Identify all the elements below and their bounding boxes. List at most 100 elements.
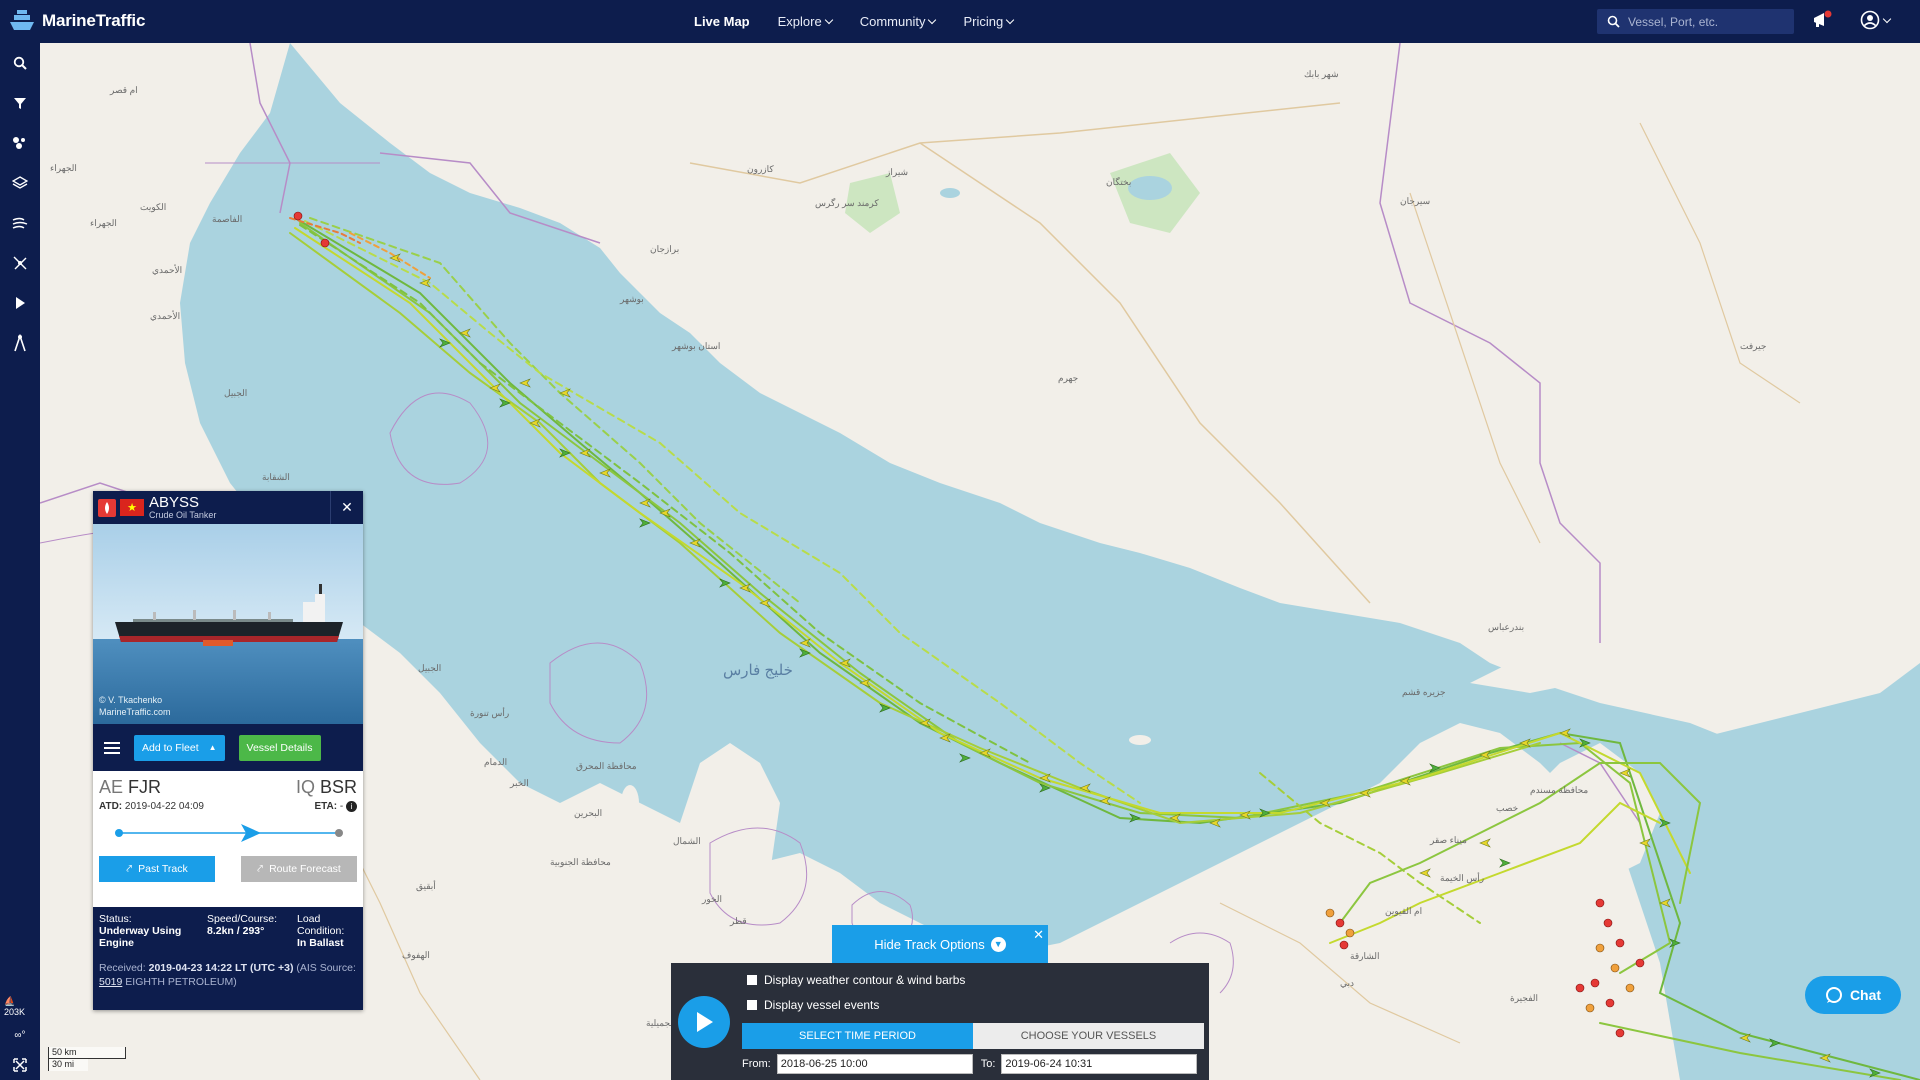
vessel-type: Crude Oil Tanker <box>149 510 217 520</box>
place-label: محافظة مسندم <box>1530 785 1589 795</box>
place-label: رأس الخيمة <box>1440 873 1485 883</box>
place-label: قطر <box>730 916 747 926</box>
search-box[interactable] <box>1597 9 1794 34</box>
filter-icon <box>14 98 26 109</box>
play-track-button[interactable] <box>678 996 730 1048</box>
tool-fullscreen[interactable] <box>0 1050 40 1080</box>
close-icon: ✕ <box>341 499 353 515</box>
place-label: الجبيل <box>224 388 248 398</box>
departure-time: ATD: 2019-04-22 04:09 <box>99 801 204 812</box>
tool-search[interactable] <box>0 43 40 83</box>
place-label: الخبر <box>510 778 529 788</box>
place-label: جزيره قشم <box>1402 687 1446 697</box>
sea-label-persian-gulf: خليج فارس <box>723 662 793 679</box>
departure-port[interactable]: AE FJR <box>99 777 161 798</box>
hamburger-menu-icon[interactable] <box>104 741 120 755</box>
nav-live-map[interactable]: Live Map <box>694 14 750 29</box>
source-link[interactable]: 5019 <box>99 976 122 988</box>
vessel-type-tanker-icon <box>98 498 116 517</box>
arrival-dot <box>335 829 343 837</box>
search-icon <box>13 56 27 70</box>
place-label: شیراز <box>886 167 909 177</box>
place-label: الخور <box>702 894 723 904</box>
voyage-info: AE FJR IQ BSR ATD: 2019-04-22 04:09 ETA:… <box>93 771 363 902</box>
close-track-options-icon[interactable]: ✕ <box>1033 927 1044 943</box>
announcements-megaphone-icon[interactable] <box>1812 10 1834 30</box>
from-date-input[interactable] <box>776 1054 973 1074</box>
marinetraffic-logo[interactable]: MarineTraffic <box>8 8 145 34</box>
to-date-input[interactable] <box>1001 1054 1198 1074</box>
place-label: الجهراء <box>50 163 77 173</box>
map-scale: 50 km 30 mi <box>48 1047 128 1075</box>
main-nav: Live Map Explore Community Pricing <box>694 0 1015 43</box>
weather-checkbox[interactable] <box>747 975 757 985</box>
measure-icon <box>13 256 27 270</box>
caret-up-icon: ▲ <box>208 743 217 752</box>
tool-weather[interactable] <box>0 203 40 243</box>
weather-checkbox-row[interactable]: Display weather contour & wind barbs <box>747 973 965 987</box>
vessel-status-panel: Status: Underway Using Engine Speed/Cours… <box>93 907 363 1010</box>
from-label: From: <box>742 1058 771 1070</box>
logo-ship-icon <box>10 10 34 30</box>
close-vessel-card-button[interactable]: ✕ <box>330 491 363 524</box>
tab-select-time-period[interactable]: SELECT TIME PERIOD <box>742 1023 973 1049</box>
tool-playback[interactable] <box>0 283 40 323</box>
route-forecast-button[interactable]: ⤤ Route Forecast <box>241 856 357 882</box>
ship-icon: ⛵ <box>4 996 16 1006</box>
place-label: خصب <box>1496 803 1519 813</box>
place-label: الجهراء <box>90 218 117 228</box>
chevron-down-icon <box>1882 14 1892 23</box>
tab-choose-vessels[interactable]: CHOOSE YOUR VESSELS <box>973 1023 1204 1049</box>
place-label: الدمام <box>484 757 508 767</box>
place-label: ام القيوين <box>1385 906 1423 916</box>
tool-layers[interactable] <box>0 163 40 203</box>
nav-explore[interactable]: Explore <box>778 14 833 29</box>
track-icon: ⤤ <box>126 862 133 875</box>
route-icon: ⤤ <box>257 862 264 875</box>
tool-route[interactable] <box>0 323 40 363</box>
place-label: أبقيق <box>416 881 436 891</box>
account-menu[interactable] <box>1860 10 1892 30</box>
speed-block: Speed/Course: 8.2kn / 293° <box>207 913 278 937</box>
chevron-down-icon <box>824 15 833 25</box>
add-to-fleet-button[interactable]: Add to Fleet ▲ <box>134 734 225 761</box>
load-block: Load Condition: In Ballast <box>297 913 345 949</box>
hide-track-options-button[interactable]: Hide Track Options ▼ ✕ <box>832 925 1048 963</box>
status-block: Status: Underway Using Engine <box>99 913 182 949</box>
search-input[interactable] <box>1628 14 1778 29</box>
past-track-button[interactable]: ⤤ Past Track <box>99 856 215 882</box>
chevron-down-circle-icon: ▼ <box>990 936 1006 952</box>
tool-infinity[interactable]: ∞° <box>0 1020 40 1050</box>
vessel-photo[interactable]: © V. Tkachenko MarineTraffic.com <box>93 524 363 724</box>
nav-community[interactable]: Community <box>860 14 937 29</box>
layers-icon <box>12 176 28 189</box>
place-label: جیرفت <box>1740 341 1767 351</box>
chat-button[interactable]: Chat <box>1805 976 1901 1014</box>
chevron-down-icon <box>1005 15 1015 25</box>
place-label: استان بوشهر <box>672 341 721 351</box>
tool-density[interactable] <box>0 123 40 163</box>
tool-filter[interactable] <box>0 83 40 123</box>
nav-pricing[interactable]: Pricing <box>963 14 1015 29</box>
place-label: بوشهر <box>620 294 644 304</box>
place-label: البحرين <box>574 808 603 818</box>
place-label: ام قصر <box>110 85 138 95</box>
events-checkbox-row[interactable]: Display vessel events <box>747 998 879 1012</box>
map-toolbar: ⛵203K ∞° <box>0 43 40 1080</box>
arrival-port[interactable]: IQ BSR <box>296 777 357 798</box>
vessel-details-button[interactable]: Vessel Details <box>238 734 321 761</box>
info-icon[interactable]: i <box>346 801 357 812</box>
place-label: الأحمدي <box>152 265 183 275</box>
departure-dot <box>115 829 123 837</box>
place-label: الفاصمة <box>212 214 243 224</box>
place-label: الهفوف <box>402 950 430 960</box>
events-checkbox[interactable] <box>747 1000 757 1010</box>
route-icon <box>14 334 26 352</box>
search-icon <box>1607 15 1620 28</box>
tool-measure[interactable] <box>0 243 40 283</box>
chat-bubble-icon <box>1825 987 1842 1003</box>
weather-icon <box>12 217 28 229</box>
place-label: شهر بابك <box>1304 69 1339 79</box>
place-label: الفجيرة <box>1510 993 1539 1003</box>
flag-vietnam-icon: ★ <box>120 499 144 516</box>
